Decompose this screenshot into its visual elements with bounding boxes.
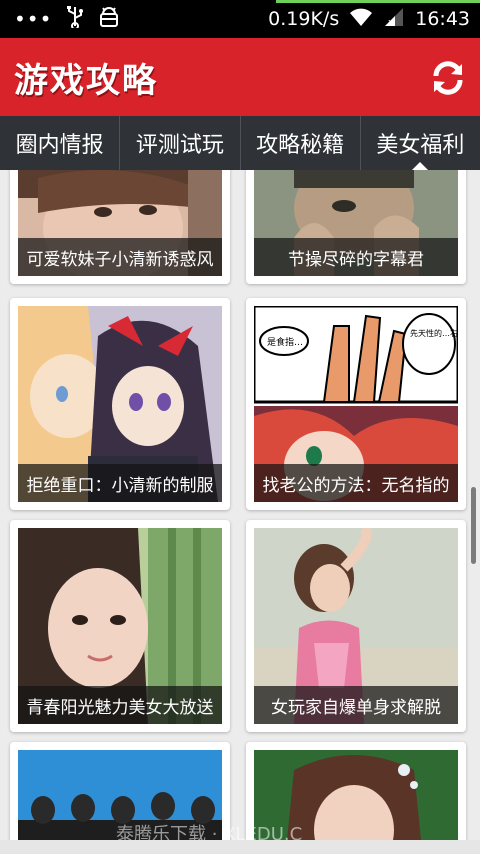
- article-caption: 节操尽碎的字幕君: [254, 238, 458, 276]
- network-speed: 0.19K/s: [268, 8, 340, 30]
- article-caption: 女玩家自爆单身求解脱: [254, 686, 458, 724]
- tab-label: 评测试玩: [135, 133, 224, 158]
- clock: 16:43: [415, 8, 470, 30]
- tab-reviews[interactable]: 评测试玩: [120, 116, 241, 170]
- tab-guides[interactable]: 攻略秘籍: [241, 116, 361, 170]
- wifi-icon: [349, 7, 373, 32]
- status-bar: ••• 0.19K/s x 16:43: [0, 0, 480, 38]
- usb-icon: [66, 6, 84, 32]
- article-card[interactable]: 节操尽碎的字幕君: [246, 170, 466, 284]
- download-progress-line: [276, 0, 480, 3]
- article-thumbnail: 青春阳光魅力美女大放送: [18, 528, 222, 724]
- svg-text:x: x: [388, 18, 394, 27]
- tab-label: 美女福利: [376, 133, 465, 158]
- article-card[interactable]: 拒绝重口：小清新的制服: [10, 298, 230, 510]
- signal-icon: x: [383, 7, 405, 32]
- article-caption: 找老公的方法：无名指的: [254, 464, 458, 502]
- bottom-edge: [0, 840, 480, 854]
- article-thumbnail: 节操尽碎的字幕君: [254, 170, 458, 276]
- tab-news[interactable]: 圈内情报: [0, 116, 121, 170]
- selected-tab-indicator: [412, 162, 429, 170]
- article-thumbnail: 是食指… 先天性的…右手食指比较短… 找老公的方法：无名指的: [254, 306, 458, 502]
- refresh-icon[interactable]: [428, 58, 468, 98]
- comic-bubble-text: 是食指…: [267, 336, 303, 348]
- page-title: 游戏攻略: [14, 60, 158, 101]
- tab-label: 圈内情报: [15, 133, 104, 158]
- article-grid: 可爱软妹子小清新诱惑风 节操尽碎的字幕君 拒绝重口：小清新的制服 是食指… 先天…: [0, 170, 480, 854]
- article-card[interactable]: 青春阳光魅力美女大放送: [10, 520, 230, 732]
- article-card[interactable]: 是食指… 先天性的…右手食指比较短… 找老公的方法：无名指的: [246, 298, 466, 510]
- more-dots-icon: •••: [14, 7, 53, 31]
- article-caption: 青春阳光魅力美女大放送: [18, 686, 222, 724]
- category-tabs: 圈内情报 评测试玩 攻略秘籍 美女福利: [0, 116, 480, 170]
- app-header: 游戏攻略: [0, 38, 480, 116]
- article-caption: 拒绝重口：小清新的制服: [18, 464, 222, 502]
- article-card[interactable]: 女玩家自爆单身求解脱: [246, 520, 466, 732]
- article-thumbnail: 拒绝重口：小清新的制服: [18, 306, 222, 502]
- comic-bubble-text: 先天性的…右手食指比较短…: [410, 328, 458, 338]
- article-card[interactable]: 可爱软妹子小清新诱惑风: [10, 170, 230, 284]
- tab-label: 攻略秘籍: [256, 133, 345, 158]
- scrollbar[interactable]: [471, 487, 476, 564]
- android-debug-icon: [98, 6, 120, 32]
- article-caption: 可爱软妹子小清新诱惑风: [18, 238, 222, 276]
- article-thumbnail: 可爱软妹子小清新诱惑风: [18, 170, 222, 276]
- tab-beauty[interactable]: 美女福利: [361, 116, 480, 170]
- article-thumbnail: 女玩家自爆单身求解脱: [254, 528, 458, 724]
